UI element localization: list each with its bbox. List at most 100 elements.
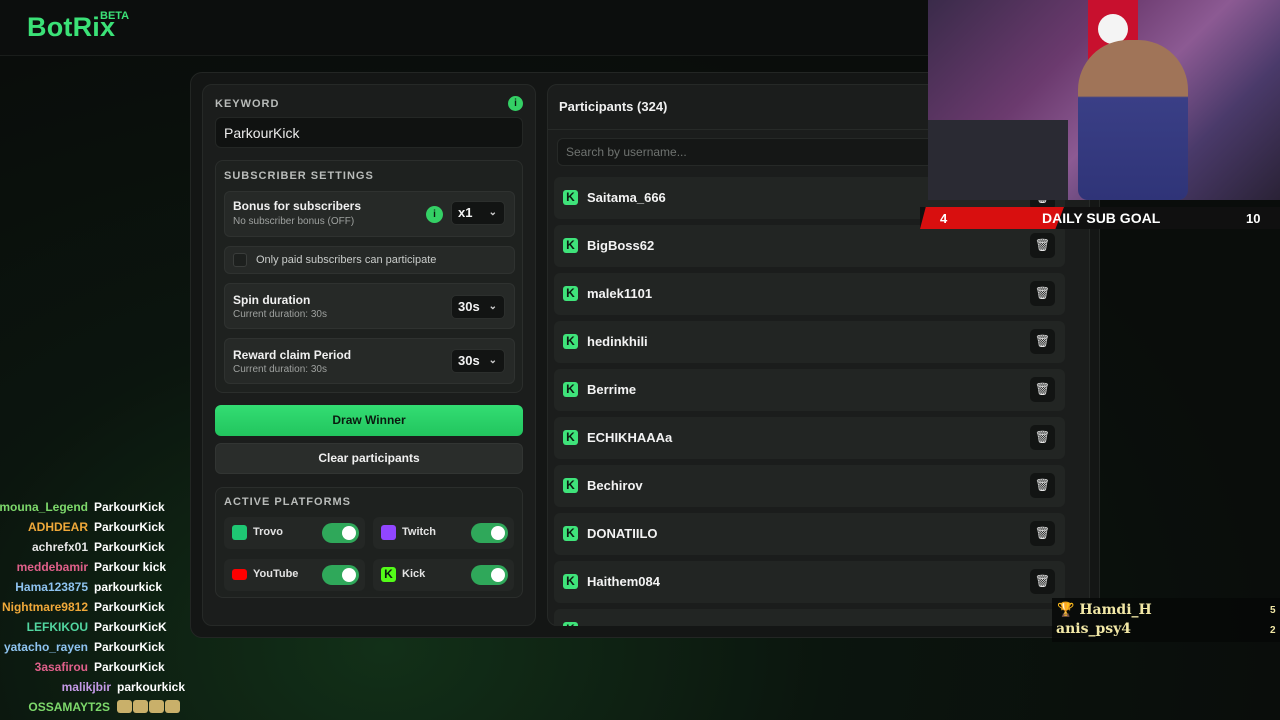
list-item: K	[554, 609, 1065, 626]
chevron-down-icon: ⌄	[488, 301, 497, 312]
kick-toggle[interactable]	[471, 565, 508, 585]
chat-line: LEFKIKOU ParkourKicK	[0, 620, 200, 636]
keyword-label: KEYWORD	[215, 98, 280, 110]
trovo-toggle[interactable]	[322, 523, 359, 543]
trash-icon[interactable]: 🗑	[1030, 329, 1055, 354]
spin-duration-subtitle: Current duration: 30s	[233, 309, 327, 320]
streamer-image	[1078, 40, 1188, 200]
youtube-toggle[interactable]	[322, 565, 359, 585]
chevron-down-icon: ⌄	[488, 207, 497, 218]
kick-icon: K	[381, 567, 396, 582]
paid-only-label: Only paid subscribers can participate	[256, 254, 437, 266]
chat-message	[117, 700, 181, 716]
platform-trovo: Trovo	[224, 517, 365, 549]
trophy-icon: 🏆	[1057, 602, 1075, 618]
trash-icon[interactable]: 🗑	[1030, 473, 1055, 498]
webcam-overlay	[928, 0, 1280, 200]
chat-username: 3asafirou	[34, 660, 88, 674]
participant-name: Bechirov	[587, 478, 643, 493]
spin-duration-select[interactable]: 30s ⌄	[451, 295, 505, 319]
chat-line: ADHDEAR ParkourKick	[0, 520, 200, 536]
twitch-icon	[381, 525, 396, 540]
platform-kick: K Kick	[373, 559, 514, 591]
list-item: K ECHIKHAAAa 🗑	[554, 417, 1065, 459]
chat-message: parkourkick	[94, 580, 163, 594]
chat-line: achrefx01 ParkourKick	[0, 540, 200, 556]
chat-username: amouna_Legend	[0, 500, 88, 514]
list-item: K DONATIILO 🗑	[554, 513, 1065, 555]
keyword-info-icon[interactable]: i	[508, 96, 523, 111]
kick-icon: K	[563, 574, 578, 589]
participant-name: Saitama_666	[587, 190, 666, 205]
chat-line: yatacho_rayen ParkourKick	[0, 640, 200, 656]
list-item: K Bechirov 🗑	[554, 465, 1065, 507]
list-item: K hedinkhili 🗑	[554, 321, 1065, 363]
bonus-multiplier-value: x1	[458, 205, 473, 220]
beta-badge: BETA	[100, 10, 130, 22]
participants-title: Participants (324)	[559, 99, 668, 114]
emote-icon	[117, 700, 132, 713]
trash-icon[interactable]: 🗑	[1030, 377, 1055, 402]
chat-message: parkourkick	[117, 680, 186, 694]
chat-username: malikjbir	[61, 680, 111, 694]
kick-icon: K	[563, 622, 578, 626]
chat-message: ParkourKick	[94, 660, 165, 674]
trash-icon[interactable]: 🗑	[1030, 521, 1055, 546]
draw-winner-button[interactable]: Draw Winner	[215, 405, 523, 436]
kick-icon: K	[563, 430, 578, 445]
chat-message: ParkourKick	[94, 540, 165, 554]
chat-message: ParkourKick	[94, 500, 165, 514]
chat-overlay: amouna_Legend ParkourKick ADHDEAR ParkourKi…	[0, 497, 200, 720]
leaderboard-first: 🏆 Hamdi_H	[1057, 602, 1152, 618]
trash-icon[interactable]: 🗑	[1030, 569, 1055, 594]
participant-list: K Saitama_666 🗑 K BigBoss62 🗑 K malek110…	[554, 177, 1066, 626]
chat-line: Hama123875 parkourkick	[0, 580, 200, 596]
chat-username: LEFKIKOU	[26, 620, 88, 634]
trash-icon[interactable]: 🗑	[1030, 425, 1055, 450]
chat-message: Parkour kick	[94, 560, 167, 574]
chat-username: yatacho_rayen	[3, 640, 88, 654]
spin-duration-title: Spin duration	[233, 293, 311, 307]
chat-username: OSSAMAYT2S	[28, 700, 110, 714]
platform-twitch: Twitch	[373, 517, 514, 549]
chat-line: Nightmare9812 ParkourKick	[0, 600, 200, 616]
paid-only-checkbox[interactable]	[233, 253, 247, 267]
bonus-title: Bonus for subscribers	[233, 199, 362, 213]
list-item: K BigBoss62 🗑	[554, 225, 1065, 267]
platform-label: Twitch	[402, 526, 437, 538]
emote-icon	[165, 700, 180, 713]
bonus-info-icon[interactable]: i	[426, 206, 443, 223]
chevron-down-icon: ⌄	[488, 355, 497, 366]
list-item: K malek1101 🗑	[554, 273, 1065, 315]
chat-username: meddebamir	[16, 560, 88, 574]
chat-message: ParkourKick	[94, 520, 165, 534]
sub-goal-label: DAILY SUB GOAL	[1042, 210, 1161, 226]
chat-message: ParkourKick	[94, 600, 165, 614]
chat-message: ParkourKicK	[94, 620, 167, 634]
youtube-icon	[232, 569, 247, 580]
twitch-toggle[interactable]	[471, 523, 508, 543]
sub-goal-current: 4	[940, 211, 948, 226]
leaderboard-name: anis_psy4	[1056, 621, 1131, 637]
chat-line: OSSAMAYT2S	[0, 700, 200, 716]
participant-name: malek1101	[587, 286, 653, 301]
webcam-background	[928, 120, 1068, 200]
participant-name: DONATIILO	[587, 526, 658, 541]
chat-line: 3asafirou ParkourKick	[0, 660, 200, 676]
list-item: K Haithem084 🗑	[554, 561, 1065, 603]
chat-line: malikjbir parkourkick	[0, 680, 200, 696]
trash-icon[interactable]: 🗑	[1030, 233, 1055, 258]
bonus-multiplier-select[interactable]: x1 ⌄	[451, 201, 505, 225]
reward-period-subtitle: Current duration: 30s	[233, 364, 327, 375]
clear-participants-button[interactable]: Clear participants	[215, 443, 523, 474]
spin-duration-value: 30s	[458, 299, 480, 314]
kick-icon: K	[563, 238, 578, 253]
chat-line: meddebamir Parkour kick	[0, 560, 200, 576]
keyword-input[interactable]	[215, 117, 523, 148]
reward-period-select[interactable]: 30s ⌄	[451, 349, 505, 373]
bonus-subtitle: No subscriber bonus (OFF)	[233, 216, 355, 227]
kick-icon: K	[563, 382, 578, 397]
list-item: K Berrime 🗑	[554, 369, 1065, 411]
trash-icon[interactable]: 🗑	[1030, 281, 1055, 306]
leaderboard-score: 2	[1270, 625, 1276, 636]
